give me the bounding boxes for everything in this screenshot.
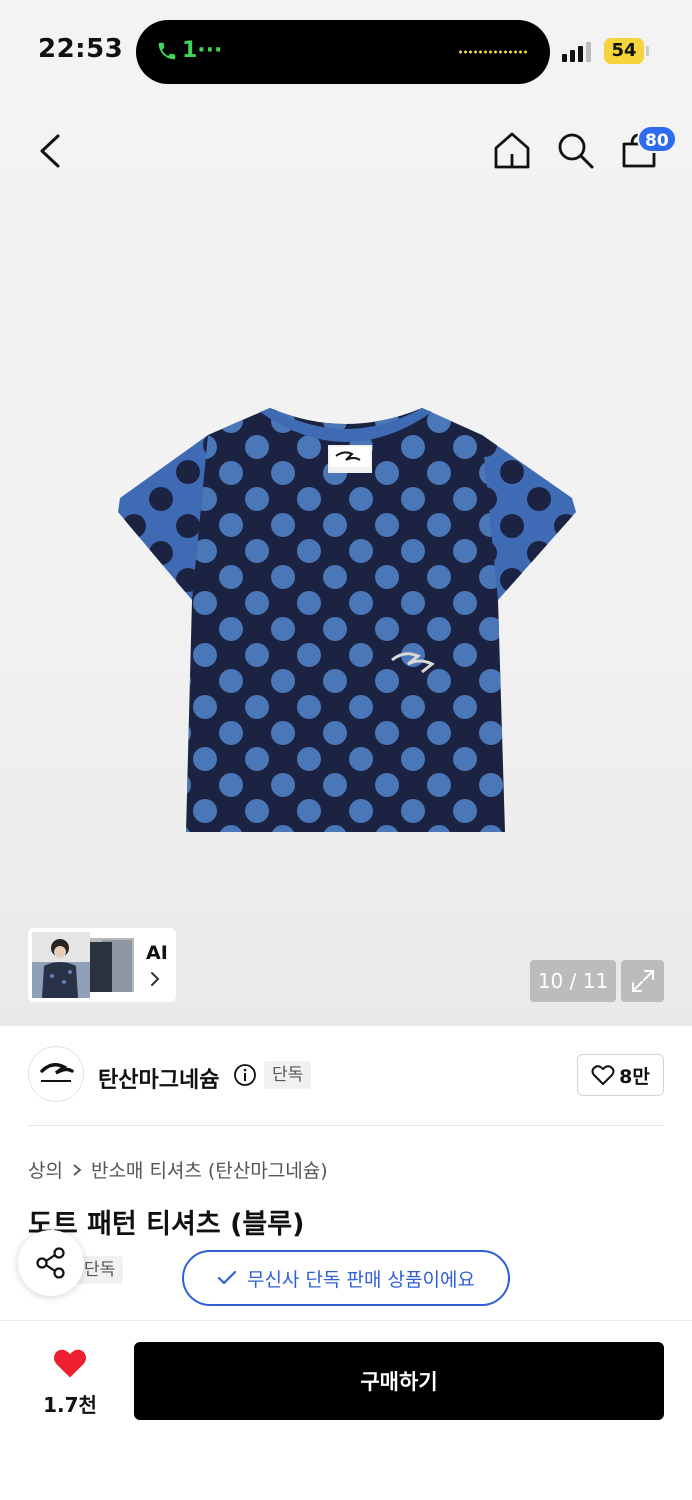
breadcrumb: 상의 반소매 티셔츠 (탄산마그네슘) [28, 1156, 328, 1183]
status-bar: 22:53 1··· 54 [0, 0, 692, 100]
buy-button[interactable]: 구매하기 [134, 1342, 664, 1420]
share-button[interactable] [18, 1230, 84, 1296]
exclusive-notice-text: 무신사 단독 판매 상품이에요 [247, 1268, 475, 1291]
brand-logo[interactable] [28, 1046, 84, 1102]
search-icon[interactable] [555, 130, 595, 170]
expand-icon [631, 970, 654, 992]
phone-icon [158, 42, 176, 59]
battery-icon: 54 [604, 38, 644, 64]
chevron-right-icon [73, 1163, 82, 1176]
cell-signal-icon [562, 40, 591, 62]
product-like-button[interactable]: 1.7천 [22, 1347, 118, 1418]
product-image[interactable] [110, 400, 584, 840]
chevron-right-icon [151, 972, 160, 986]
image-pager: 10 / 11 [530, 960, 616, 1002]
purchase-bar: 1.7천 구매하기 [0, 1320, 692, 1500]
battery-tip [646, 46, 649, 56]
product-gallery[interactable]: AI 10 / 11 80 [0, 100, 692, 1026]
exclusive-notice: 무신사 단독 판매 상품이에요 [182, 1250, 510, 1306]
expand-image-button[interactable] [621, 960, 664, 1002]
model-thumbnails [32, 932, 134, 998]
brand-row: 탄산마그네슘 단독 8만 [28, 1046, 664, 1104]
call-indicator: 1··· [156, 38, 222, 63]
call-label: 1··· [182, 38, 223, 63]
heart-filled-icon [54, 1349, 86, 1378]
cart-count-badge: 80 [637, 125, 677, 153]
info-icon[interactable] [233, 1063, 257, 1087]
brand-name[interactable]: 탄산마그네슘 [98, 1062, 219, 1094]
exclusive-tag: 단독 [264, 1061, 312, 1089]
breadcrumb-item-category[interactable]: 상의 [28, 1156, 63, 1183]
ai-styling-card[interactable]: AI [28, 928, 176, 1002]
heart-outline-icon [591, 1065, 615, 1085]
brand-logo-mark [40, 1063, 74, 1082]
check-icon [217, 1270, 237, 1285]
section-divider [28, 1125, 664, 1126]
share-icon [36, 1247, 65, 1279]
brand-like-button[interactable]: 8만 [577, 1054, 664, 1096]
back-chevron-icon[interactable] [36, 132, 66, 170]
breadcrumb-item-subcategory[interactable]: 반소매 티셔츠 (탄산마그네슘) [91, 1156, 328, 1183]
ai-label: AI [146, 942, 168, 964]
brand-like-count: 8만 [619, 1065, 650, 1088]
status-time: 22:53 [38, 34, 124, 64]
dynamic-island[interactable]: 1··· [136, 20, 550, 84]
audio-dots [458, 50, 528, 54]
product-like-count: 1.7천 [43, 1393, 97, 1417]
home-icon[interactable] [492, 130, 532, 170]
